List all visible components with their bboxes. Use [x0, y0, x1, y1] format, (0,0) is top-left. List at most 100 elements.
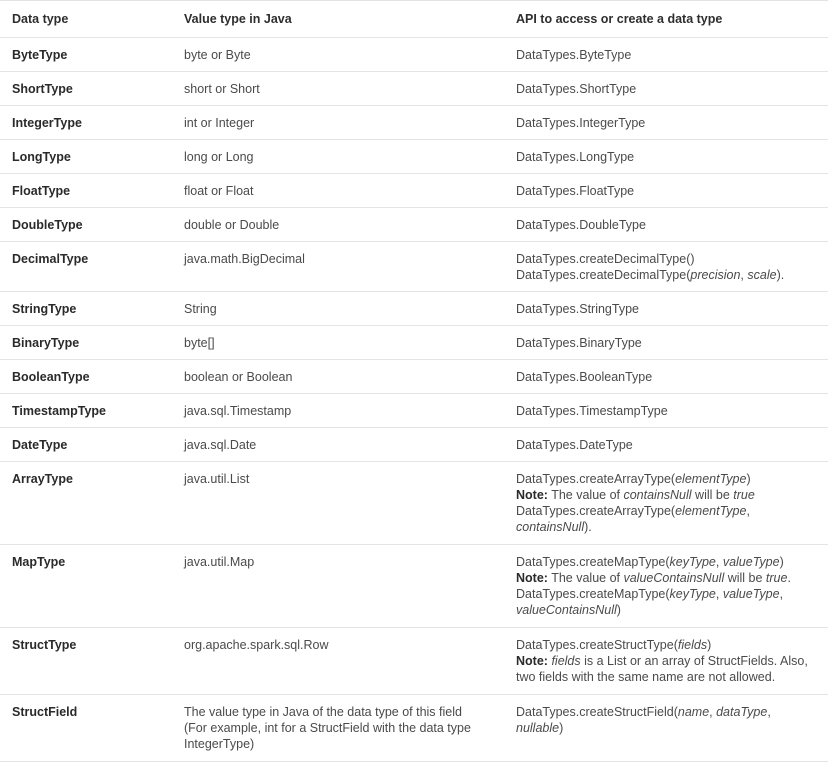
table-row: ArrayType java.util.List DataTypes.createA…	[0, 461, 828, 545]
java-line: boolean or Boolean	[184, 370, 293, 384]
java-line: byte or Byte	[184, 48, 251, 62]
api-line: DataTypes.createMapType(keyType, valueTy…	[516, 555, 784, 569]
table-row: BinaryType byte[] DataTypes.BinaryType	[0, 325, 828, 360]
cell-api: DataTypes.createDecimalType() DataTypes.c…	[504, 241, 828, 292]
api-line: DataTypes.createStructType(fields)	[516, 638, 712, 652]
cell-value-type-java: boolean or Boolean	[172, 359, 504, 394]
cell-data-type: StringType	[0, 291, 172, 326]
table-row: StructType org.apache.spark.sql.Row DataTy…	[0, 627, 828, 695]
cell-api: DataTypes.DoubleType	[504, 207, 828, 242]
cell-value-type-java: String	[172, 291, 504, 326]
java-line: long or Long	[184, 150, 254, 164]
table-row: StructField The value type in Java of the…	[0, 694, 828, 762]
table-row: TimestampType java.sql.Timestamp DataTypes…	[0, 393, 828, 428]
cell-value-type-java: org.apache.spark.sql.Row	[172, 627, 504, 695]
java-line: The value type in Java of the data type …	[184, 705, 462, 719]
table-row: DecimalType java.math.BigDecimal DataTypes…	[0, 241, 828, 292]
cell-value-type-java: short or Short	[172, 71, 504, 106]
cell-api: DataTypes.createMapType(keyType, valueTy…	[504, 544, 828, 628]
cell-data-type: DoubleType	[0, 207, 172, 242]
api-line: DataTypes.BinaryType	[516, 336, 642, 350]
cell-value-type-java: double or Double	[172, 207, 504, 242]
api-line: DataTypes.BooleanType	[516, 370, 653, 384]
cell-data-type: IntegerType	[0, 105, 172, 140]
api-line: DataTypes.FloatType	[516, 184, 635, 198]
api-line: containsNull).	[516, 520, 592, 534]
java-line: int or Integer	[184, 116, 255, 130]
api-line: DataTypes.ShortType	[516, 82, 637, 96]
api-line: DataTypes.createMapType(keyType, valueTy…	[516, 587, 784, 601]
api-line: DataTypes.StringType	[516, 302, 639, 316]
table-body: ByteType byte or Byte DataTypes.ByteType Sh…	[0, 37, 828, 762]
java-line: IntegerType)	[184, 737, 255, 751]
cell-value-type-java: java.util.Map	[172, 544, 504, 628]
cell-value-type-java: java.math.BigDecimal	[172, 241, 504, 292]
cell-api: DataTypes.FloatType	[504, 173, 828, 208]
table-row: LongType long or Long DataTypes.LongType	[0, 139, 828, 174]
table-row: DoubleType double or Double DataTypes.Doub…	[0, 207, 828, 242]
cell-value-type-java: java.util.List	[172, 461, 504, 545]
table-header-row: Data type Value type in Java API to acce…	[0, 0, 828, 38]
java-line: java.util.List	[184, 472, 250, 486]
cell-api: DataTypes.StringType	[504, 291, 828, 326]
cell-api: DataTypes.BinaryType	[504, 325, 828, 360]
cell-value-type-java: float or Float	[172, 173, 504, 208]
api-line: DataTypes.DoubleType	[516, 218, 646, 232]
cell-data-type: DecimalType	[0, 241, 172, 292]
java-line: double or Double	[184, 218, 280, 232]
table-row: DateType java.sql.Date DataTypes.DateType	[0, 427, 828, 462]
api-line: valueContainsNull)	[516, 603, 621, 617]
java-line: org.apache.spark.sql.Row	[184, 638, 329, 652]
table-row: FloatType float or Float DataTypes.FloatTy…	[0, 173, 828, 208]
cell-data-type: ByteType	[0, 37, 172, 72]
table-row: IntegerType int or Integer DataTypes.Integ…	[0, 105, 828, 140]
java-line: java.sql.Timestamp	[184, 404, 292, 418]
cell-api: DataTypes.ShortType	[504, 71, 828, 106]
cell-api: DataTypes.BooleanType	[504, 359, 828, 394]
cell-data-type: FloatType	[0, 173, 172, 208]
api-line: DataTypes.createArrayType(elementType,	[516, 504, 750, 518]
cell-value-type-java: byte[]	[172, 325, 504, 360]
cell-data-type: MapType	[0, 544, 172, 628]
api-line: DataTypes.DateType	[516, 438, 633, 452]
api-line: DataTypes.ByteType	[516, 48, 632, 62]
column-header-value-type-java: Value type in Java	[172, 0, 504, 38]
java-line: float or Float	[184, 184, 254, 198]
cell-api: DataTypes.IntegerType	[504, 105, 828, 140]
api-line: DataTypes.LongType	[516, 150, 635, 164]
api-line: DataTypes.createStructField(name, dataTy…	[516, 705, 771, 735]
cell-value-type-java: int or Integer	[172, 105, 504, 140]
table-header: Data type Value type in Java API to acce…	[0, 0, 828, 38]
java-line: java.math.BigDecimal	[184, 252, 305, 266]
cell-value-type-java: long or Long	[172, 139, 504, 174]
table-row: StringType String DataTypes.StringType	[0, 291, 828, 326]
api-line: DataTypes.TimestampType	[516, 404, 668, 418]
column-header-api: API to access or create a data type	[504, 0, 828, 38]
java-line: short or Short	[184, 82, 260, 96]
api-note-line: Note: The value of valueContainsNull wil…	[516, 571, 791, 585]
cell-data-type: DateType	[0, 427, 172, 462]
api-line: DataTypes.IntegerType	[516, 116, 646, 130]
cell-data-type: ArrayType	[0, 461, 172, 545]
java-line: java.util.Map	[184, 555, 255, 569]
api-line: DataTypes.createDecimalType()	[516, 252, 695, 266]
cell-data-type: BinaryType	[0, 325, 172, 360]
table-row: BooleanType boolean or Boolean DataTypes.B…	[0, 359, 828, 394]
java-line: (For example, int for a StructField with…	[184, 721, 471, 735]
cell-api: DataTypes.ByteType	[504, 37, 828, 72]
api-note-line: Note: The value of containsNull will be …	[516, 488, 755, 502]
cell-data-type: StructType	[0, 627, 172, 695]
cell-api: DataTypes.LongType	[504, 139, 828, 174]
column-header-data-type: Data type	[0, 0, 172, 38]
java-line: String	[184, 302, 217, 316]
java-line: byte[]	[184, 336, 215, 350]
cell-data-type: BooleanType	[0, 359, 172, 394]
cell-api: DataTypes.TimestampType	[504, 393, 828, 428]
cell-api: DataTypes.createArrayType(elementType) No…	[504, 461, 828, 545]
cell-api: DataTypes.createStructField(name, dataTy…	[504, 694, 828, 762]
cell-data-type: LongType	[0, 139, 172, 174]
table-row: ShortType short or Short DataTypes.ShortTy…	[0, 71, 828, 106]
cell-data-type: StructField	[0, 694, 172, 762]
java-line: java.sql.Date	[184, 438, 257, 452]
cell-value-type-java: The value type in Java of the data type …	[172, 694, 504, 762]
